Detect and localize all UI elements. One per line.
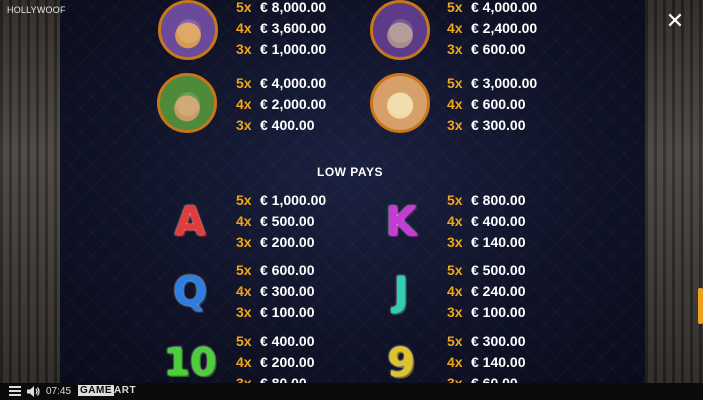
- close-button[interactable]: ✕: [664, 11, 686, 33]
- paytable-panel: [60, 0, 645, 383]
- gameart-logo: GAME ART: [78, 385, 137, 396]
- low-pays-heading: LOW PAYS: [316, 165, 383, 179]
- sound-icon[interactable]: [27, 386, 41, 397]
- dog-portrait-green-icon: [157, 73, 217, 133]
- symbol-q-icon: Q: [172, 269, 207, 315]
- paytable-entry: 5x € 4,000.00 4x € 2,000.00 3x € 400.00: [236, 75, 327, 133]
- game-title: HOLLYWOOF: [7, 5, 66, 15]
- dog-portrait-purple-icon: [370, 0, 430, 60]
- dog-portrait-blue-hat-icon: [158, 0, 218, 60]
- left-pillar: [0, 0, 60, 383]
- paytable-screen: HOLLYWOOF ✕ 5x € 8,000.00 4x € 3,600.00 3x…: [0, 0, 703, 400]
- dog-portrait-blonde-icon: [370, 73, 430, 133]
- paytable-entry: 5x € 4,000.00 4x € 2,400.00 3x € 600.00: [447, 0, 538, 57]
- bottom-bar: 07:45 GAME ART: [0, 383, 703, 400]
- paytable-entry: 5x € 3,000.00 4x € 600.00 3x € 300.00: [447, 75, 538, 133]
- symbol-k-icon: K: [385, 199, 417, 245]
- right-pillar: [645, 0, 703, 383]
- symbol-j-icon: J: [393, 269, 409, 315]
- paytable-entry: 5x € 1,000.00 4x € 500.00 3x € 200.00: [236, 192, 327, 250]
- symbol-9-icon: 9: [387, 340, 415, 386]
- symbol-a-icon: A: [174, 199, 206, 245]
- scrollbar[interactable]: [698, 288, 703, 324]
- menu-icon[interactable]: [9, 386, 21, 397]
- paytable-entry: 5x € 800.00 4x € 400.00 3x € 140.00: [447, 192, 526, 250]
- paytable-entry: 5x € 600.00 4x € 300.00 3x € 100.00: [236, 262, 315, 320]
- paytable-entry: 5x € 500.00 4x € 240.00 3x € 100.00: [447, 262, 526, 320]
- symbol-10-icon: 10: [163, 340, 217, 384]
- clock: 07:45: [46, 386, 72, 397]
- paytable-entry: 5x € 8,000.00 4x € 3,600.00 3x € 1,000.00: [236, 0, 327, 57]
